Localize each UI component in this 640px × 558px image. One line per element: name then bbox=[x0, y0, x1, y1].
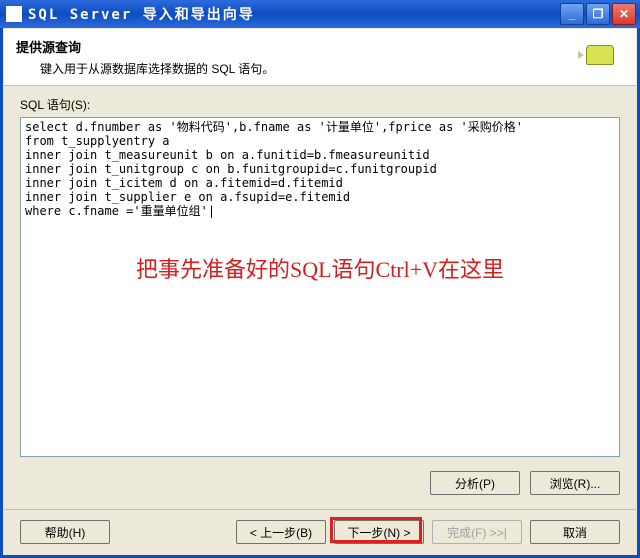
page-subtitle: 键入用于从源数据库选择数据的 SQL 语句。 bbox=[16, 60, 274, 77]
mid-button-row: 分析(P) 浏览(R)... bbox=[20, 465, 620, 501]
sql-container: 把事先准备好的SQL语句Ctrl+V在这里 bbox=[20, 117, 620, 457]
next-button[interactable]: 下一步(N) > bbox=[334, 520, 424, 544]
browse-button[interactable]: 浏览(R)... bbox=[530, 471, 620, 495]
close-button[interactable]: ✕ bbox=[612, 3, 636, 25]
window-body: 提供源查询 键入用于从源数据库选择数据的 SQL 语句。 SQL 语句(S): … bbox=[0, 28, 640, 558]
wizard-button-row: 帮助(H) < 上一步(B) 下一步(N) > 完成(F) >>| 取消 bbox=[4, 509, 636, 554]
titlebar: SQL Server 导入和导出向导 _ ❐ ✕ bbox=[0, 0, 640, 28]
cancel-button[interactable]: 取消 bbox=[530, 520, 620, 544]
minimize-button[interactable]: _ bbox=[560, 3, 584, 25]
analyze-button[interactable]: 分析(P) bbox=[430, 471, 520, 495]
sql-field-label: SQL 语句(S): bbox=[20, 96, 620, 113]
main-panel: SQL 语句(S): 把事先准备好的SQL语句Ctrl+V在这里 分析(P) 浏… bbox=[4, 86, 636, 509]
wizard-icon bbox=[576, 37, 624, 77]
page-title: 提供源查询 bbox=[16, 37, 274, 56]
window-controls: _ ❐ ✕ bbox=[560, 3, 636, 25]
back-button[interactable]: < 上一步(B) bbox=[236, 520, 326, 544]
window-title: SQL Server 导入和导出向导 bbox=[28, 4, 560, 24]
app-icon bbox=[6, 6, 22, 22]
help-button[interactable]: 帮助(H) bbox=[20, 520, 110, 544]
maximize-button[interactable]: ❐ bbox=[586, 3, 610, 25]
sql-input[interactable] bbox=[20, 117, 620, 457]
header-panel: 提供源查询 键入用于从源数据库选择数据的 SQL 语句。 bbox=[4, 29, 636, 86]
finish-button: 完成(F) >>| bbox=[432, 520, 522, 544]
